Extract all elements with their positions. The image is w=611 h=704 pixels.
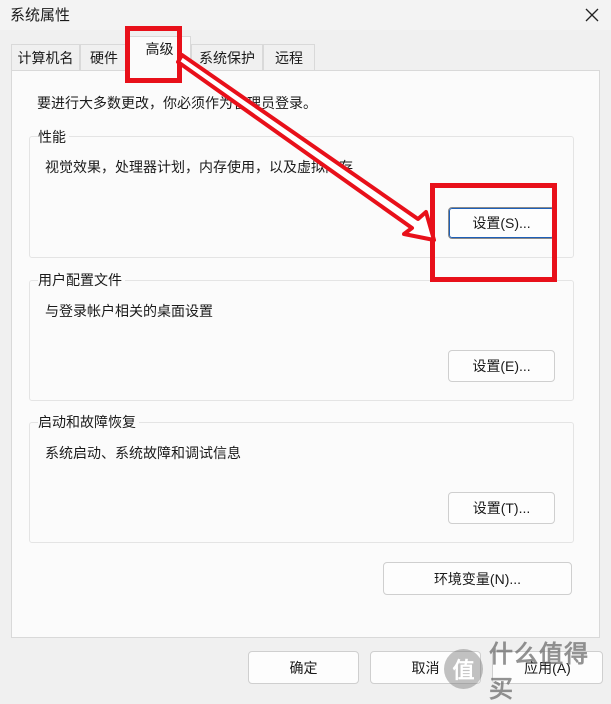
watermark-text: 什么值得买 [489, 640, 590, 703]
user-profiles-settings-button[interactable]: 设置(E)... [448, 350, 555, 382]
tab-label: 硬件 [90, 50, 118, 67]
ok-button[interactable]: 确定 [248, 651, 359, 684]
tab-hardware[interactable]: 硬件 [80, 44, 128, 70]
group-user-profiles [29, 280, 574, 401]
window-title: 系统属性 [10, 6, 71, 24]
tab-label: 远程 [275, 50, 303, 67]
tab-label: 系统保护 [199, 50, 255, 67]
watermark: 值 什么值得买 [444, 640, 611, 703]
group-title-user-profiles: 用户配置文件 [38, 270, 125, 290]
tab-system-protection[interactable]: 系统保护 [191, 44, 263, 70]
group-desc-user-profiles: 与登录帐户相关的桌面设置 [45, 304, 213, 320]
watermark-logo-glyph: 值 [452, 659, 475, 684]
tab-advanced[interactable]: 高级 [128, 36, 191, 73]
close-button[interactable] [572, 0, 611, 30]
group-title-performance: 性能 [38, 127, 69, 147]
environment-variables-button[interactable]: 环境变量(N)... [383, 562, 572, 595]
watermark-logo-icon: 值 [444, 649, 484, 689]
tab-label: 计算机名 [17, 50, 74, 67]
tab-computer-name[interactable]: 计算机名 [11, 44, 80, 70]
tab-label: 高级 [145, 42, 174, 58]
group-desc-performance: 视觉效果，处理器计划，内存使用，以及虚拟内存 [45, 160, 353, 176]
group-performance [29, 136, 574, 258]
title-bar: 系统属性 [0, 0, 611, 30]
group-startup-recovery [29, 422, 574, 543]
performance-settings-button[interactable]: 设置(S)... [448, 207, 555, 239]
tab-remote[interactable]: 远程 [263, 44, 315, 70]
startup-recovery-settings-button[interactable]: 设置(T)... [448, 492, 555, 524]
group-desc-startup-recovery: 系统启动、系统故障和调试信息 [45, 446, 241, 462]
close-icon [585, 8, 598, 22]
group-title-startup-recovery: 启动和故障恢复 [38, 412, 139, 432]
admin-note: 要进行大多数更改，你必须作为管理员登录。 [37, 96, 317, 112]
